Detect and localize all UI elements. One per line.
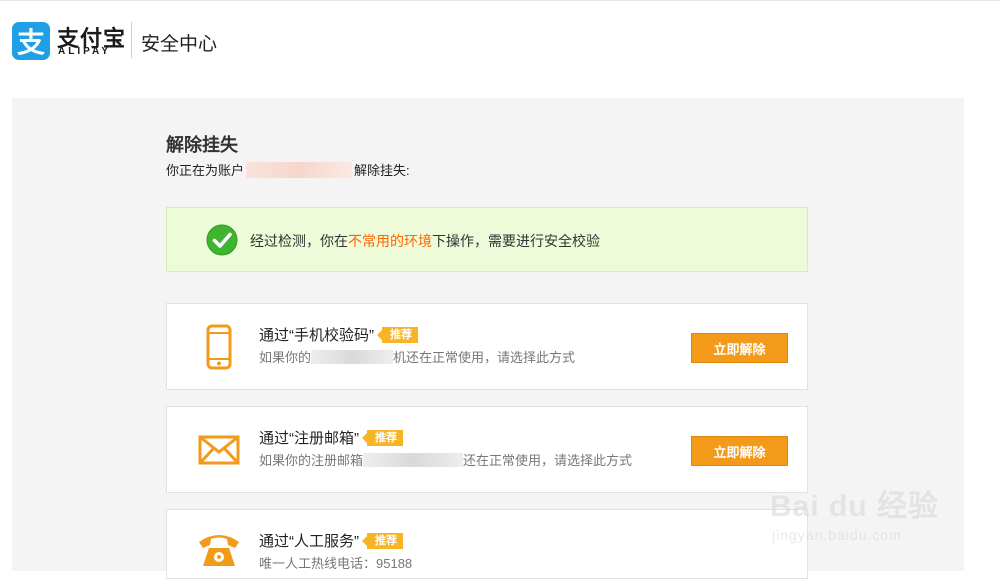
option-desc-after: 还在正常使用，请选择此方式: [463, 453, 633, 468]
notice-text-before: 经过检测，你在: [250, 233, 348, 249]
notice-text-highlight: 不常用的环境: [348, 233, 432, 249]
header-title: 安全中心: [141, 34, 218, 55]
account-mask: [246, 162, 353, 178]
header-divider: [131, 22, 132, 58]
masked-phone: [311, 350, 394, 364]
unlock-button-email[interactable]: 立即解除: [691, 436, 788, 466]
option-title-text: 通过“人工服务”: [259, 533, 359, 550]
option-desc-phone: 如果你的 机还在正常使用，请选择此方式: [259, 348, 639, 368]
option-desc-email: 如果你的注册邮箱 还在正常使用，请选择此方式: [259, 451, 639, 471]
account-suffix: 解除挂失:: [354, 163, 410, 178]
watermark-text: Bai du 经验: [770, 490, 940, 523]
telephone-icon: [199, 535, 239, 566]
option-desc-before: 如果你的注册邮箱: [259, 453, 364, 468]
check-circle-icon: [206, 224, 238, 256]
option-card-phone: 通过“手机校验码” 推荐 如果你的 机还在正常使用，请选择此方式 立即解除: [166, 303, 808, 390]
mobile-phone-icon: [206, 324, 232, 370]
envelope-icon: [198, 435, 240, 465]
page-title: 解除挂失: [166, 135, 238, 155]
option-desc-after: 机还在正常使用，请选择此方式: [393, 350, 576, 365]
option-title-text: 通过“手机校验码”: [259, 327, 374, 344]
logo-text-en: ALIPAY: [58, 46, 112, 57]
option-title-text: 通过“注册邮箱”: [259, 430, 359, 447]
unlock-button-phone[interactable]: 立即解除: [691, 333, 788, 363]
header: 支 支付宝 ALIPAY 安全中心: [0, 0, 1000, 80]
account-line: 你正在为账户 解除挂失:: [166, 160, 410, 179]
recommend-badge: 推荐: [362, 429, 403, 446]
recommend-badge: 推荐: [362, 532, 403, 549]
account-prefix: 你正在为账户: [166, 163, 245, 178]
option-card-email: 通过“注册邮箱” 推荐 如果你的注册邮箱 还在正常使用，请选择此方式 立即解除: [166, 406, 808, 493]
watermark-url: jingyan.baidu.com: [772, 527, 902, 543]
option-title-phone: 通过“手机校验码” 推荐: [259, 324, 418, 345]
notice-text: 经过检测，你在不常用的环境下操作，需要进行安全校验: [250, 231, 600, 251]
option-card-service: 通过“人工服务” 推荐 唯一人工热线电话：95188: [166, 509, 808, 579]
option-title-email: 通过“注册邮箱” 推荐: [259, 427, 403, 448]
notice-text-after: 下操作，需要进行安全校验: [432, 233, 600, 249]
alipay-logo-icon[interactable]: 支: [12, 22, 50, 60]
recommend-badge: 推荐: [377, 326, 418, 343]
option-desc-service: 唯一人工热线电话：95188: [259, 556, 413, 571]
security-notice: 经过检测，你在不常用的环境下操作，需要进行安全校验: [166, 207, 808, 272]
baidu-watermark: Bai du 经验 jingyan.baidu.com: [770, 475, 990, 555]
option-desc-before: 如果你的: [259, 350, 312, 365]
masked-email: [363, 453, 464, 467]
option-title-service: 通过“人工服务” 推荐: [259, 530, 403, 551]
